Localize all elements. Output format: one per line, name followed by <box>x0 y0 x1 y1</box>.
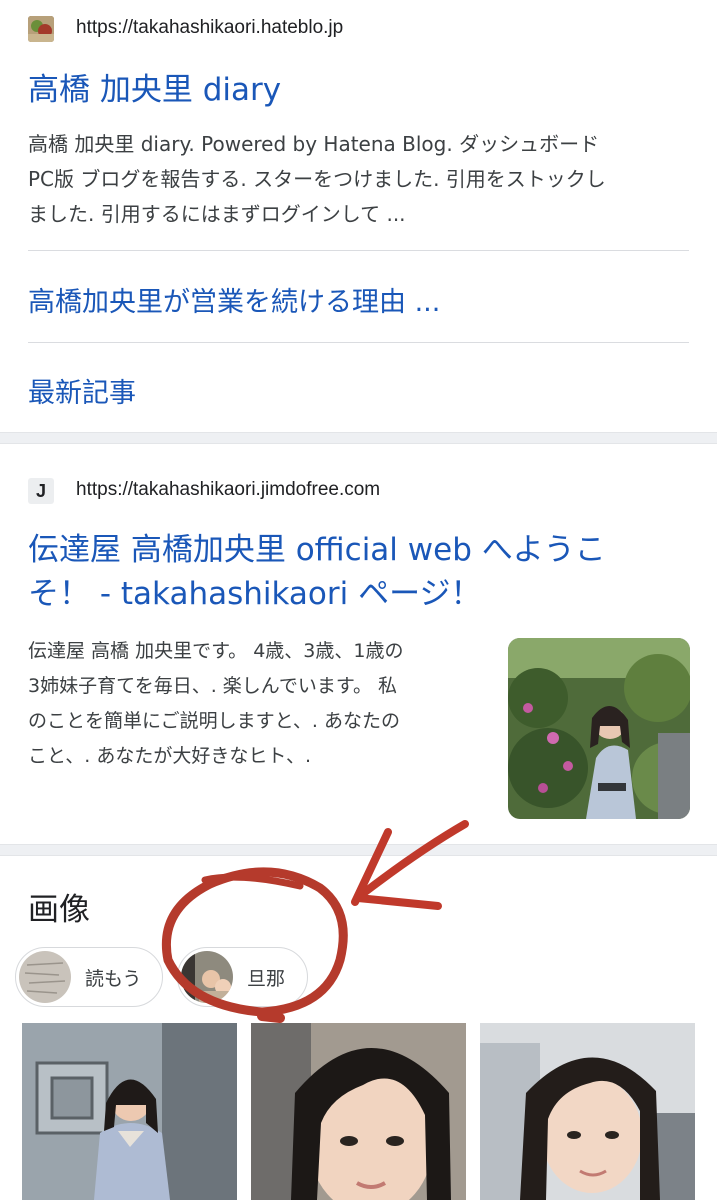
snippet-line: 高橋 加央里 diary. Powered by Hatena Blog. ダッ… <box>28 132 600 156</box>
snippet-line: 3姉妹子育てを毎日、. 楽しんでいます。 私 <box>28 675 397 697</box>
result-url[interactable]: https://takahashikaori.jimdofree.com <box>76 479 380 501</box>
chip-label: 旦那 <box>247 967 286 990</box>
image-result-1[interactable] <box>22 1023 237 1200</box>
result-snippet: 伝達屋 高橋 加央里です。 4歳、3歳、1歳の 3姉妹子育てを毎日、. 楽しんで… <box>28 634 404 774</box>
divider <box>28 342 689 343</box>
result-title-link[interactable]: 伝達屋 高橋加央里 official web へようこ そ！ - takahas… <box>28 528 606 616</box>
snippet-line: ました. 引用するにはまずログインして ... <box>28 202 406 226</box>
chip-thumbnail <box>19 951 71 1003</box>
sitelink-reason[interactable]: 高橋加央里が営業を続ける理由 ... <box>28 280 440 319</box>
images-section-title: 画像 <box>28 892 90 928</box>
chip-label: 読もう <box>85 967 142 990</box>
jimdo-letter: J <box>35 480 46 501</box>
snippet-line: こと、. あなたが大好きなヒト、. <box>28 745 311 767</box>
snippet-line: 伝達屋 高橋 加央里です。 4歳、3歳、1歳の <box>28 640 404 662</box>
result-snippet: 高橋 加央里 diary. Powered by Hatena Blog. ダッ… <box>28 127 606 232</box>
result-title-link[interactable]: 高橋 加央里 diary <box>28 68 281 112</box>
snippet-line: PC版 ブログを報告する. スターをつけました. 引用をストックし <box>28 167 606 191</box>
snippet-line: のことを簡単にご説明しますと、. あなたの <box>28 710 400 732</box>
result-thumbnail[interactable] <box>508 638 690 819</box>
jimdo-favicon-icon: J <box>28 478 54 504</box>
chip-danna[interactable]: 旦那 <box>177 947 308 1007</box>
result-separator <box>0 844 717 856</box>
divider <box>28 250 689 251</box>
result-separator <box>0 432 717 444</box>
result-url[interactable]: https://takahashikaori.hateblo.jp <box>76 17 343 39</box>
image-result-3[interactable] <box>480 1023 695 1200</box>
hatena-favicon-icon <box>28 16 54 42</box>
image-result-2[interactable] <box>251 1023 466 1200</box>
title-line: 伝達屋 高橋加央里 official web へようこ <box>28 532 606 568</box>
title-line: そ！ - takahashikaori ページ！ <box>28 576 482 612</box>
chip-yomou[interactable]: 読もう <box>15 947 163 1007</box>
sitelink-latest[interactable]: 最新記事 <box>28 371 136 410</box>
search-result-1: https://takahashikaori.hateblo.jp 高橋 加央里… <box>0 0 717 432</box>
chip-thumbnail <box>181 951 233 1003</box>
